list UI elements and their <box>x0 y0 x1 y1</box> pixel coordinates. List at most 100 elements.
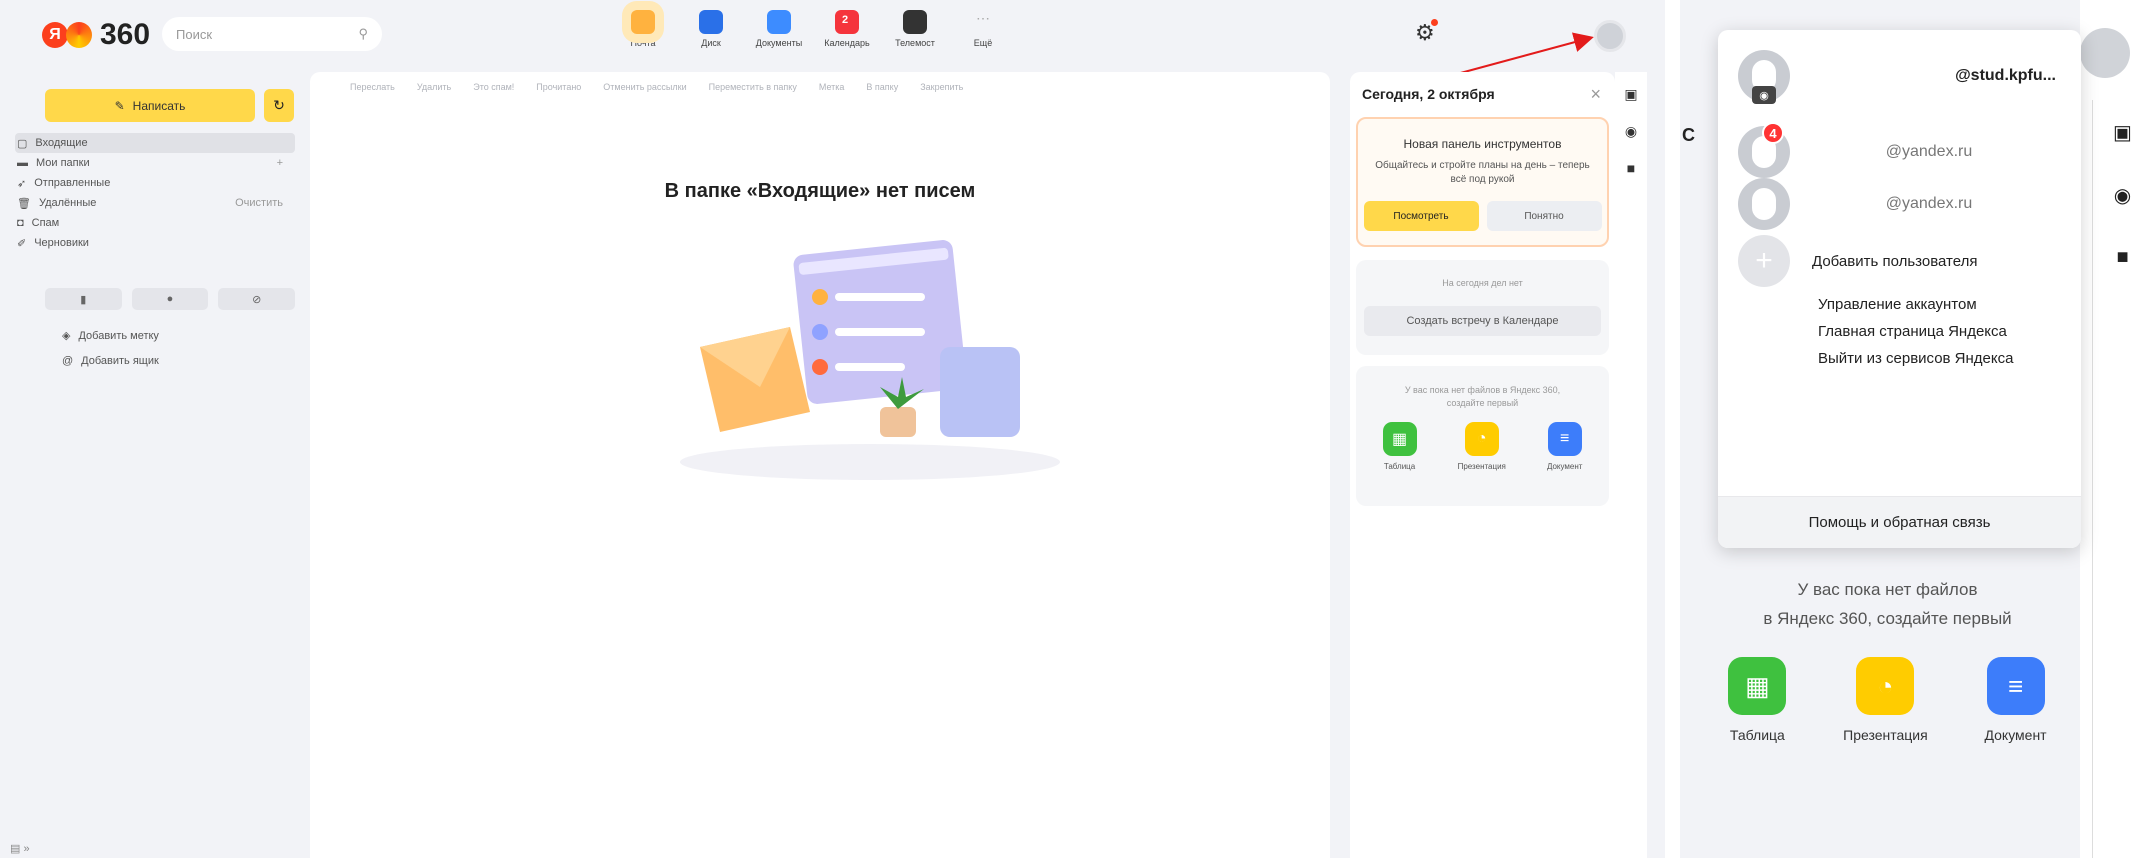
toolbar-to-folder[interactable]: В папку <box>866 82 898 92</box>
create-presentation-button[interactable]: ◔ Презентация <box>1458 422 1506 471</box>
app-label: Почта <box>630 38 656 48</box>
chat-icon[interactable]: ◉ <box>2114 183 2131 208</box>
compose-button[interactable]: ✎ Написать <box>45 89 255 122</box>
account-item[interactable]: @yandex.ru <box>1738 178 2068 230</box>
table-icon: ▦ <box>1382 422 1417 456</box>
files-card: У вас пока нет файлов в Яндекс 360, созд… <box>1356 366 1609 506</box>
zoom-presentation-button[interactable]: ◔ Презентация <box>1843 657 1928 743</box>
compose-label: Написать <box>132 98 186 113</box>
create-table-button[interactable]: ▦ Таблица <box>1382 422 1417 471</box>
video-icon[interactable]: ■ <box>1627 160 1635 176</box>
no-events-text: На сегодня дел нет <box>1442 278 1523 288</box>
folder-list: ▢ Входящие ▬ Мои папки + ➶ Отправленные 🗑 Уда… <box>15 133 295 253</box>
today-panel-icon[interactable]: ▣ <box>2113 120 2132 145</box>
account-dropdown: ◉ @stud.kpfu... 4 @yandex.ru @yandex.ru … <box>1718 30 2081 548</box>
toolbar-read[interactable]: Прочитано <box>536 82 581 92</box>
send-icon: ➶ <box>17 177 27 190</box>
documents-icon <box>767 10 791 34</box>
unread-filter-button[interactable]: ● <box>131 288 209 310</box>
refresh-icon: ↻ <box>273 97 285 113</box>
search-icon[interactable]: ⚲ <box>358 26 368 42</box>
folder-my-folders[interactable]: ▬ Мои папки + <box>15 153 295 173</box>
manage-account-link[interactable]: Управление аккаунтом <box>1818 296 1977 313</box>
mail-toolbar: Переслать Удалить Это спам! Прочитано От… <box>350 82 963 92</box>
add-links: ◈ Добавить метку @ Добавить ящик <box>62 323 159 373</box>
folder-label: Спам <box>31 217 60 229</box>
folder-trash[interactable]: 🗑 Удалённые Очистить <box>15 193 295 213</box>
toolbar-delete[interactable]: Удалить <box>417 82 451 92</box>
folder-label: Отправленные <box>34 177 111 189</box>
toolbar-label[interactable]: Метка <box>819 82 845 92</box>
zoom-files-line1: У вас пока нет файлов <box>1797 580 1978 599</box>
toolbar-forward[interactable]: Переслать <box>350 82 395 92</box>
folder-inbox[interactable]: ▢ Входящие <box>15 133 295 153</box>
app-switcher: Почта Диск Документы 2 Календарь Телемос… <box>620 10 1006 48</box>
app-label: Телемост <box>895 38 935 48</box>
zoom-table-button[interactable]: ▦ Таблица <box>1728 657 1787 743</box>
ring-logo-icon <box>66 22 92 48</box>
empty-inbox-illustration <box>680 240 1060 480</box>
toolbar-move[interactable]: Переместить в папку <box>709 82 797 92</box>
attachment-filter-button[interactable]: ⊘ <box>218 288 296 310</box>
add-label-text: Добавить метку <box>78 329 159 342</box>
collapse-sidebar-icon[interactable]: ▤ » <box>10 842 30 855</box>
user-avatar-button[interactable] <box>1594 20 1626 52</box>
close-icon[interactable]: × <box>1590 84 1601 105</box>
create-meeting-button[interactable]: Создать встречу в Календаре <box>1364 306 1601 336</box>
presentation-icon: ◔ <box>1856 657 1915 715</box>
search-input[interactable]: Поиск ⚲ <box>162 17 382 51</box>
drafts-icon: ✐ <box>17 237 27 250</box>
app-calendar[interactable]: 2 Календарь <box>824 10 870 48</box>
today-title: Сегодня, 2 октября <box>1362 86 1495 102</box>
promo-ok-button[interactable]: Понятно <box>1486 201 1602 231</box>
account-item-current[interactable]: ◉ @stud.kpfu... <box>1738 50 2068 104</box>
add-label-link[interactable]: ◈ Добавить метку <box>62 323 159 348</box>
add-user-button[interactable]: + Добавить пользователя <box>1738 235 2068 287</box>
folder-label: Входящие <box>35 137 88 149</box>
app-disk[interactable]: Диск <box>688 10 734 48</box>
add-mailbox-link[interactable]: @ Добавить ящик <box>62 348 159 373</box>
avatar: ◉ <box>1738 50 1790 104</box>
promo-card: Новая панель инструментов Общайтесь и ст… <box>1356 117 1609 247</box>
app-telemost[interactable]: Телемост <box>892 10 938 48</box>
toolbar-pin[interactable]: Закрепить <box>920 82 963 92</box>
video-icon[interactable]: ■ <box>2116 246 2128 269</box>
logout-link[interactable]: Выйти из сервисов Яндекса <box>1818 350 2013 367</box>
create-document-button[interactable]: ≡ Документ <box>1547 422 1582 471</box>
add-folder-button[interactable]: + <box>277 157 283 169</box>
bookmark-filter-button[interactable]: ▮ <box>45 288 122 310</box>
app-more[interactable]: ⋯ Ещё <box>960 10 1006 48</box>
account-name: @stud.kpfu... <box>1955 67 2056 84</box>
file-label: Документ <box>1984 727 2047 743</box>
folder-spam[interactable]: ◘ Спам <box>15 213 295 233</box>
yandex360-logo[interactable]: Я 360 <box>42 18 150 52</box>
app-documents[interactable]: Документы <box>756 10 802 48</box>
refresh-button[interactable]: ↻ <box>264 89 294 122</box>
help-feedback-link[interactable]: Помощь и обратная связь <box>1718 496 2081 548</box>
calendar-badge: 2 <box>842 14 849 26</box>
clear-trash-link[interactable]: Очистить <box>235 197 283 209</box>
divider <box>1665 0 1680 858</box>
zoom-side-rail: ▣ ◉ ■ <box>2092 100 2152 858</box>
today-panel: Сегодня, 2 октября × Новая панель инстру… <box>1350 72 1615 858</box>
toolbar-unsubscribe[interactable]: Отменить рассылки <box>603 82 686 92</box>
chat-icon[interactable]: ◉ <box>1625 123 1637 140</box>
camera-icon[interactable]: ◉ <box>1752 86 1776 104</box>
folder-drafts[interactable]: ✐ Черновики <box>15 233 295 253</box>
yandex-home-link[interactable]: Главная страница Яндекса <box>1818 323 2007 340</box>
app-label: Диск <box>701 38 721 48</box>
today-panel-icon[interactable]: ▣ <box>1624 86 1637 103</box>
account-item[interactable]: 4 @yandex.ru <box>1738 122 2068 178</box>
filter-tags: ▮ ● ⊘ <box>45 288 296 310</box>
no-files-text: У вас пока нет файлов в Яндекс 360, созд… <box>1404 385 1561 408</box>
folder-sent[interactable]: ➶ Отправленные <box>15 173 295 193</box>
zoom-avatar[interactable] <box>2080 28 2130 78</box>
app-mail[interactable]: Почта <box>620 10 666 48</box>
promo-text: Общайтесь и стройте планы на день – тепе… <box>1375 160 1590 185</box>
notification-badge: 4 <box>1762 122 1784 144</box>
zoom-document-button[interactable]: ≡ Документ <box>1984 657 2047 743</box>
settings-gear-icon[interactable]: ⚙ <box>1415 19 1438 46</box>
message-list-area: Переслать Удалить Это спам! Прочитано От… <box>310 72 1330 858</box>
toolbar-spam[interactable]: Это спам! <box>473 82 514 92</box>
promo-view-button[interactable]: Посмотреть <box>1363 201 1479 231</box>
